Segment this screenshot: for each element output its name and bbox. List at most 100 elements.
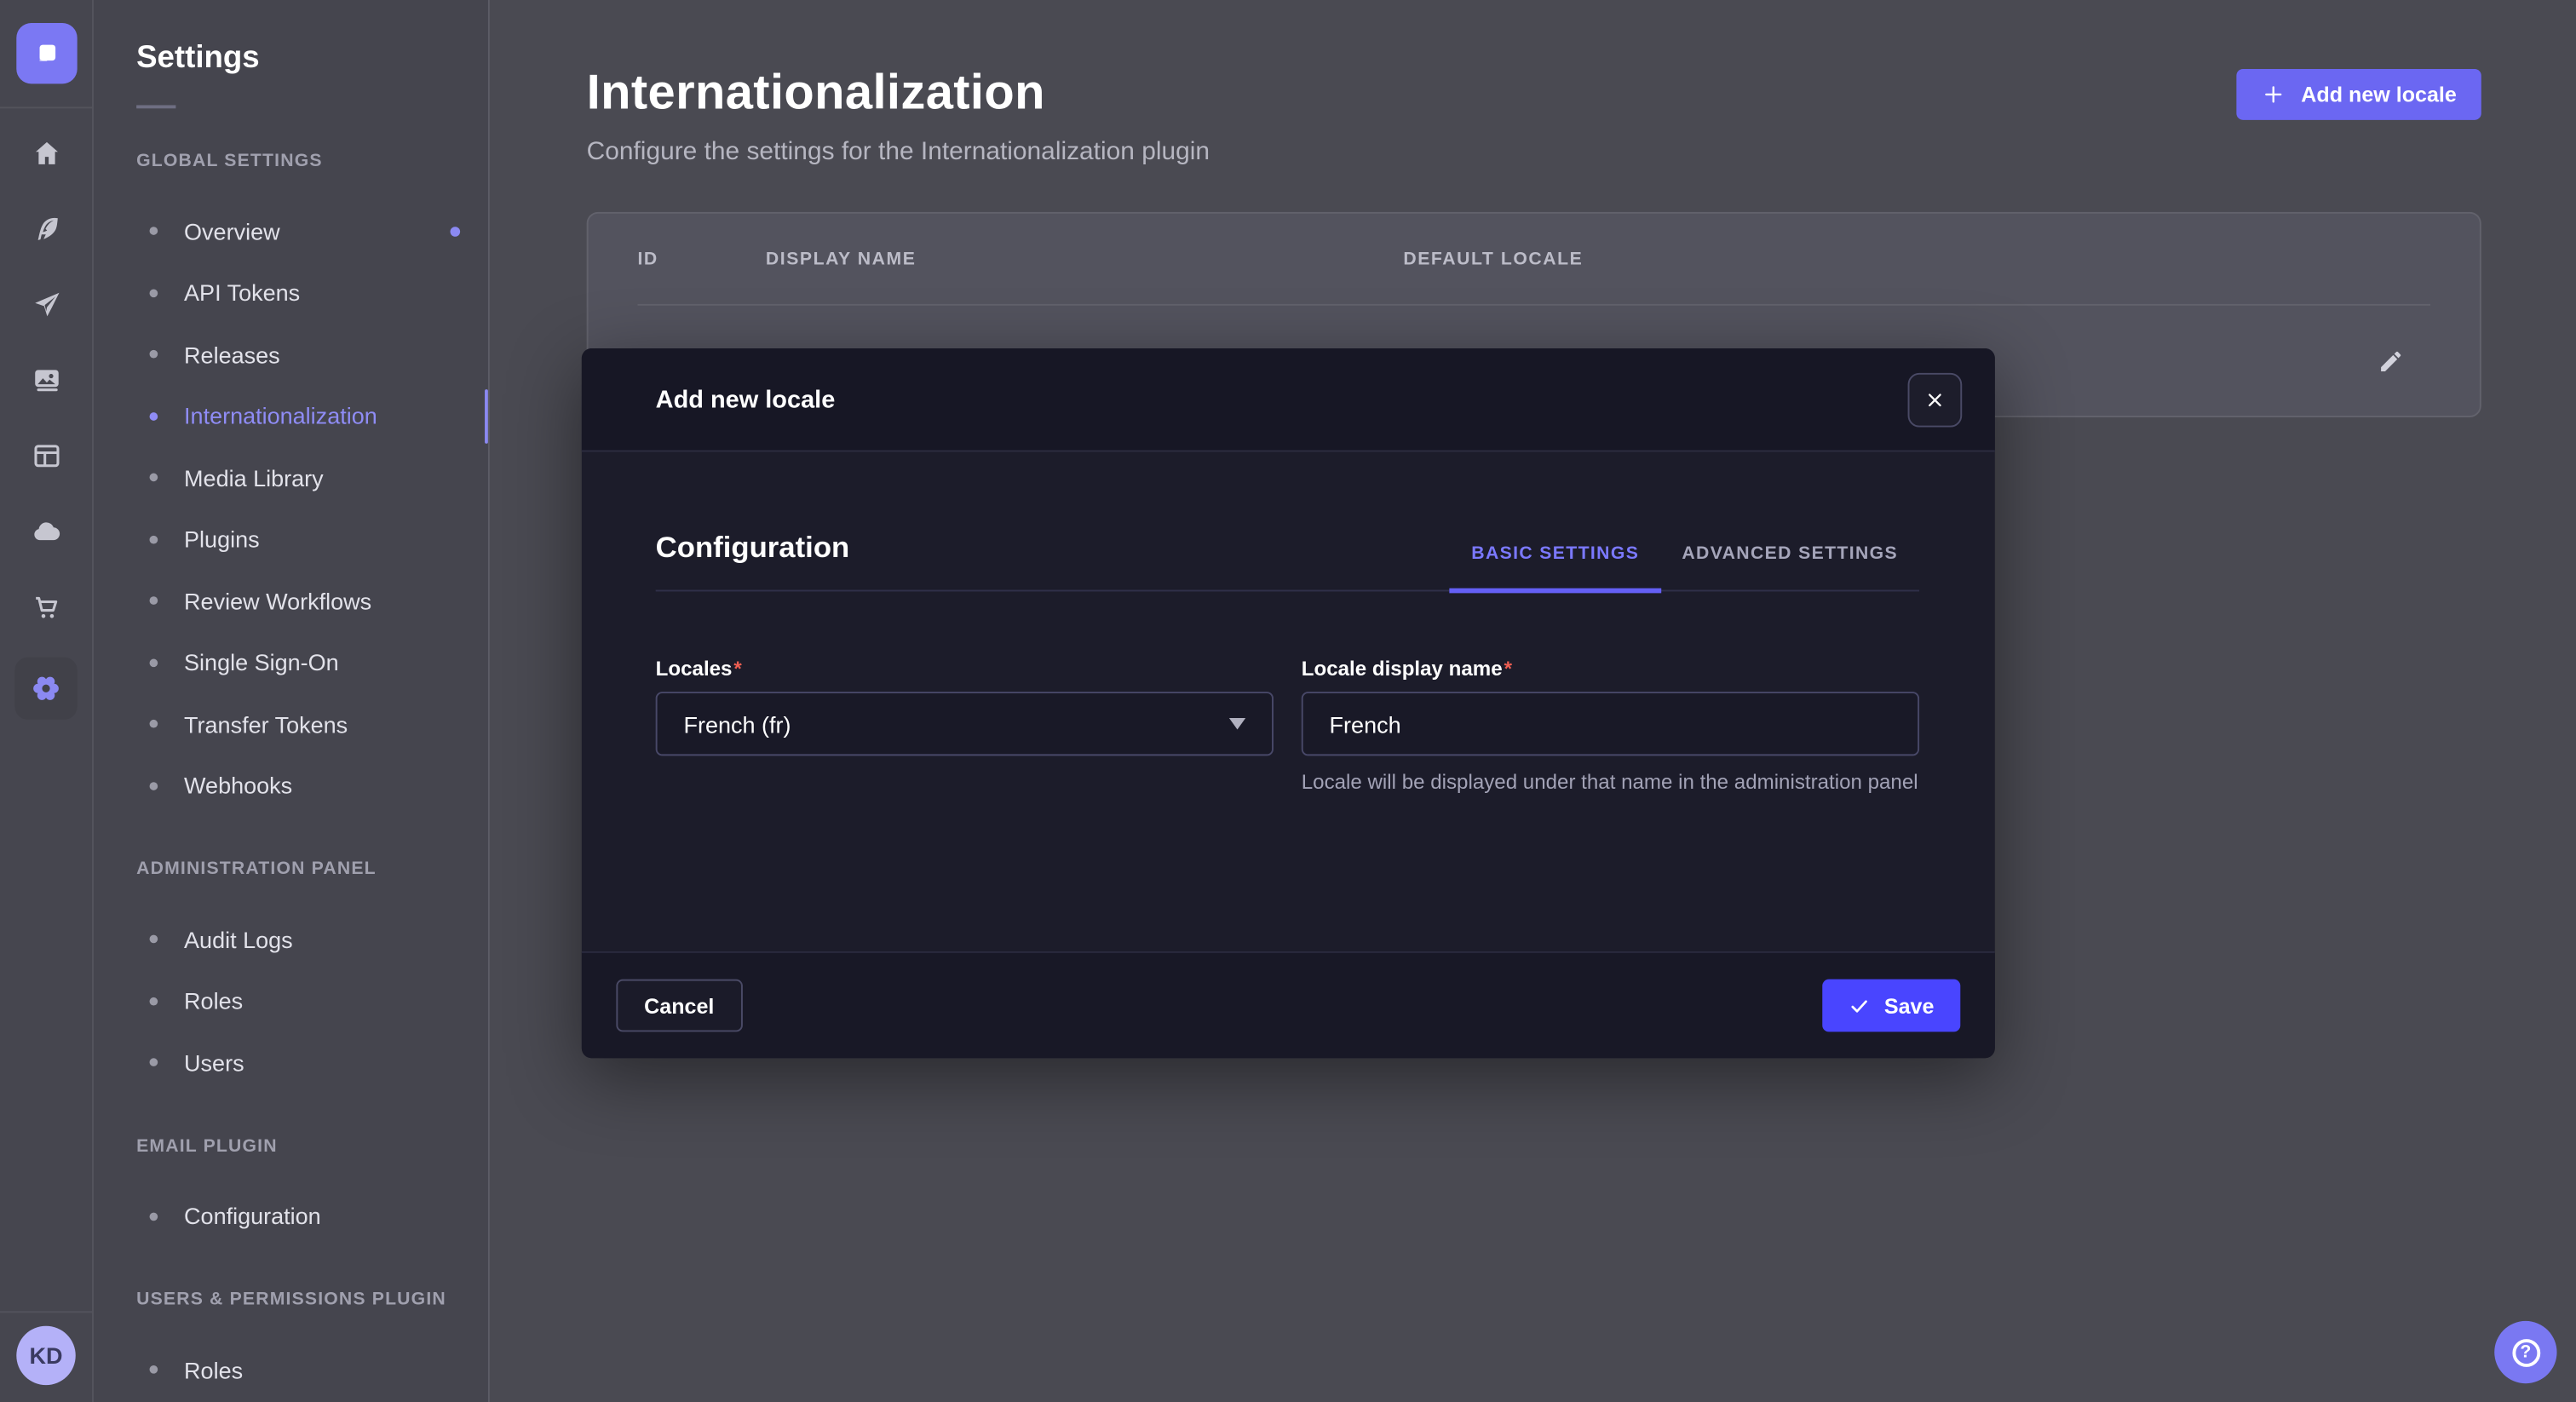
sidebar-item-releases[interactable]: Releases: [136, 324, 490, 385]
cancel-button[interactable]: Cancel: [616, 980, 742, 1032]
sidebar-item-users[interactable]: Users: [136, 1031, 490, 1093]
releases-icon[interactable]: [14, 279, 77, 330]
add-new-locale-modal: Add new locale Configuration BASIC SETTI…: [582, 348, 1995, 1058]
sidebar-item-label: Overview: [184, 218, 280, 244]
locales-field: Locales* French (fr): [656, 658, 1274, 797]
settings-gear-icon[interactable]: [14, 658, 77, 720]
display-name-input[interactable]: [1302, 692, 1919, 756]
strapi-logo[interactable]: [15, 23, 76, 83]
sidebar-item-internationalization[interactable]: Internationalization: [136, 385, 490, 446]
page-header-text: Internationalization Configure the setti…: [587, 66, 1210, 168]
display-name-helper-text: Locale will be displayed under that name…: [1302, 769, 1919, 797]
section-label: GLOBAL SETTINGS: [136, 145, 488, 178]
save-button-label: Save: [1884, 993, 1935, 1018]
sidebar-item-audit-logs[interactable]: Audit Logs: [136, 909, 490, 970]
form-fields: Locales* French (fr) Locale display name…: [656, 658, 1919, 797]
page-subtitle: Configure the settings for the Internati…: [587, 138, 1210, 168]
sidebar-item-label: Plugins: [184, 526, 260, 553]
sidebar-item-label: Media Library: [184, 464, 324, 491]
cloud-icon[interactable]: [14, 506, 77, 557]
icon-rail: KD: [0, 0, 94, 1402]
page-title: Internationalization: [587, 66, 1210, 122]
locales-select[interactable]: French (fr): [656, 692, 1274, 756]
tab-advanced-settings[interactable]: ADVANCED SETTINGS: [1660, 543, 1919, 593]
add-new-locale-button[interactable]: Add new locale: [2237, 69, 2481, 120]
content-type-builder-icon[interactable]: [14, 204, 77, 255]
sidebar-section-email-plugin: EMAIL PLUGIN Configuration: [136, 1129, 488, 1247]
strapi-logo-icon: [29, 36, 64, 71]
sidebar-item-label: Users: [184, 1049, 244, 1076]
bullet-icon: [150, 597, 158, 606]
required-asterisk: *: [1504, 658, 1512, 681]
bullet-icon: [150, 289, 158, 297]
sidebar-item-label: Transfer Tokens: [184, 711, 348, 738]
locales-label-text: Locales: [656, 658, 733, 681]
column-header-default-locale: DEFAULT LOCALE: [1403, 249, 2479, 268]
bullet-icon: [150, 935, 158, 944]
sidebar-item-label: Internationalization: [184, 403, 377, 429]
bullet-icon: [150, 1365, 158, 1374]
title-underline: [136, 105, 175, 108]
sidebar-item-label: Releases: [184, 342, 280, 368]
sidebar-item-transfer-tokens[interactable]: Transfer Tokens: [136, 693, 490, 755]
save-button[interactable]: Save: [1822, 980, 1961, 1032]
sidebar-item-api-tokens[interactable]: API Tokens: [136, 262, 490, 324]
add-new-locale-label: Add new locale: [2301, 82, 2457, 106]
sidebar-title: Settings: [136, 41, 488, 77]
sidebar-item-webhooks[interactable]: Webhooks: [136, 755, 490, 816]
bullet-icon: [150, 412, 158, 421]
display-name-field: Locale display name* Locale will be disp…: [1302, 658, 1919, 797]
home-icon[interactable]: [14, 128, 77, 179]
section-label: USERS & PERMISSIONS PLUGIN: [136, 1284, 488, 1317]
sidebar-item-plugins[interactable]: Plugins: [136, 509, 490, 570]
bullet-icon: [150, 227, 158, 236]
content-manager-icon[interactable]: [14, 430, 77, 481]
marketplace-cart-icon[interactable]: [14, 582, 77, 633]
sidebar-item-label: API Tokens: [184, 279, 300, 306]
modal-footer: Cancel Save: [582, 951, 1995, 1058]
required-asterisk: *: [733, 658, 741, 681]
sidebar-item-overview[interactable]: Overview: [136, 200, 490, 261]
modal-body: Configuration BASIC SETTINGS ADVANCED SE…: [582, 451, 1995, 951]
bullet-icon: [150, 1059, 158, 1067]
locales-select-value: French (fr): [683, 710, 791, 737]
close-icon: [1926, 390, 1944, 408]
active-item-indicator: [484, 388, 488, 444]
bullet-icon: [150, 782, 158, 790]
sidebar-item-label: Roles: [184, 1357, 243, 1383]
modal-header: Add new locale: [582, 348, 1995, 452]
chevron-down-icon: [1229, 718, 1245, 730]
bullet-icon: [150, 997, 158, 1005]
column-header-id: ID: [637, 249, 765, 268]
bullet-icon: [150, 474, 158, 482]
settings-tabs: BASIC SETTINGS ADVANCED SETTINGS: [1450, 543, 1919, 589]
sidebar-item-media-library[interactable]: Media Library: [136, 447, 490, 509]
help-button[interactable]: ?: [2494, 1321, 2556, 1383]
tab-basic-settings[interactable]: BASIC SETTINGS: [1450, 543, 1660, 593]
sidebar-item-email-configuration[interactable]: Configuration: [136, 1186, 490, 1247]
user-avatar[interactable]: KD: [16, 1326, 75, 1385]
sidebar-item-single-sign-on[interactable]: Single Sign-On: [136, 632, 490, 693]
rail-nav: [0, 108, 92, 720]
rail-logo-section: [0, 0, 92, 108]
sidebar-item-review-workflows[interactable]: Review Workflows: [136, 570, 490, 631]
bullet-icon: [150, 720, 158, 728]
check-icon: [1848, 995, 1869, 1016]
sidebar-item-label: Webhooks: [184, 773, 292, 799]
sidebar-item-up-roles[interactable]: Roles: [136, 1339, 490, 1400]
sidebar-item-admin-roles[interactable]: Roles: [136, 970, 490, 1031]
sidebar-section-global-settings: GLOBAL SETTINGS Overview API Tokens Rele…: [136, 145, 488, 817]
app-window: KD Settings GLOBAL SETTINGS Overview API…: [0, 0, 2576, 1402]
column-header-display-name: DISPLAY NAME: [766, 249, 1403, 268]
bullet-icon: [150, 350, 158, 359]
media-library-icon[interactable]: [14, 355, 77, 406]
settings-sidebar: Settings GLOBAL SETTINGS Overview API To…: [94, 0, 490, 1402]
question-mark-icon: ?: [2511, 1338, 2539, 1366]
table-header-row: ID DISPLAY NAME DEFAULT LOCALE: [589, 214, 2480, 304]
edit-locale-button[interactable]: [2378, 348, 2404, 374]
modal-title: Add new locale: [656, 385, 836, 413]
sidebar-section-users-permissions-plugin: USERS & PERMISSIONS PLUGIN Roles Provide…: [136, 1284, 488, 1402]
sidebar-item-label: Single Sign-On: [184, 649, 339, 675]
rail-user-section: KD: [0, 1311, 92, 1402]
close-modal-button[interactable]: [1908, 372, 1963, 427]
